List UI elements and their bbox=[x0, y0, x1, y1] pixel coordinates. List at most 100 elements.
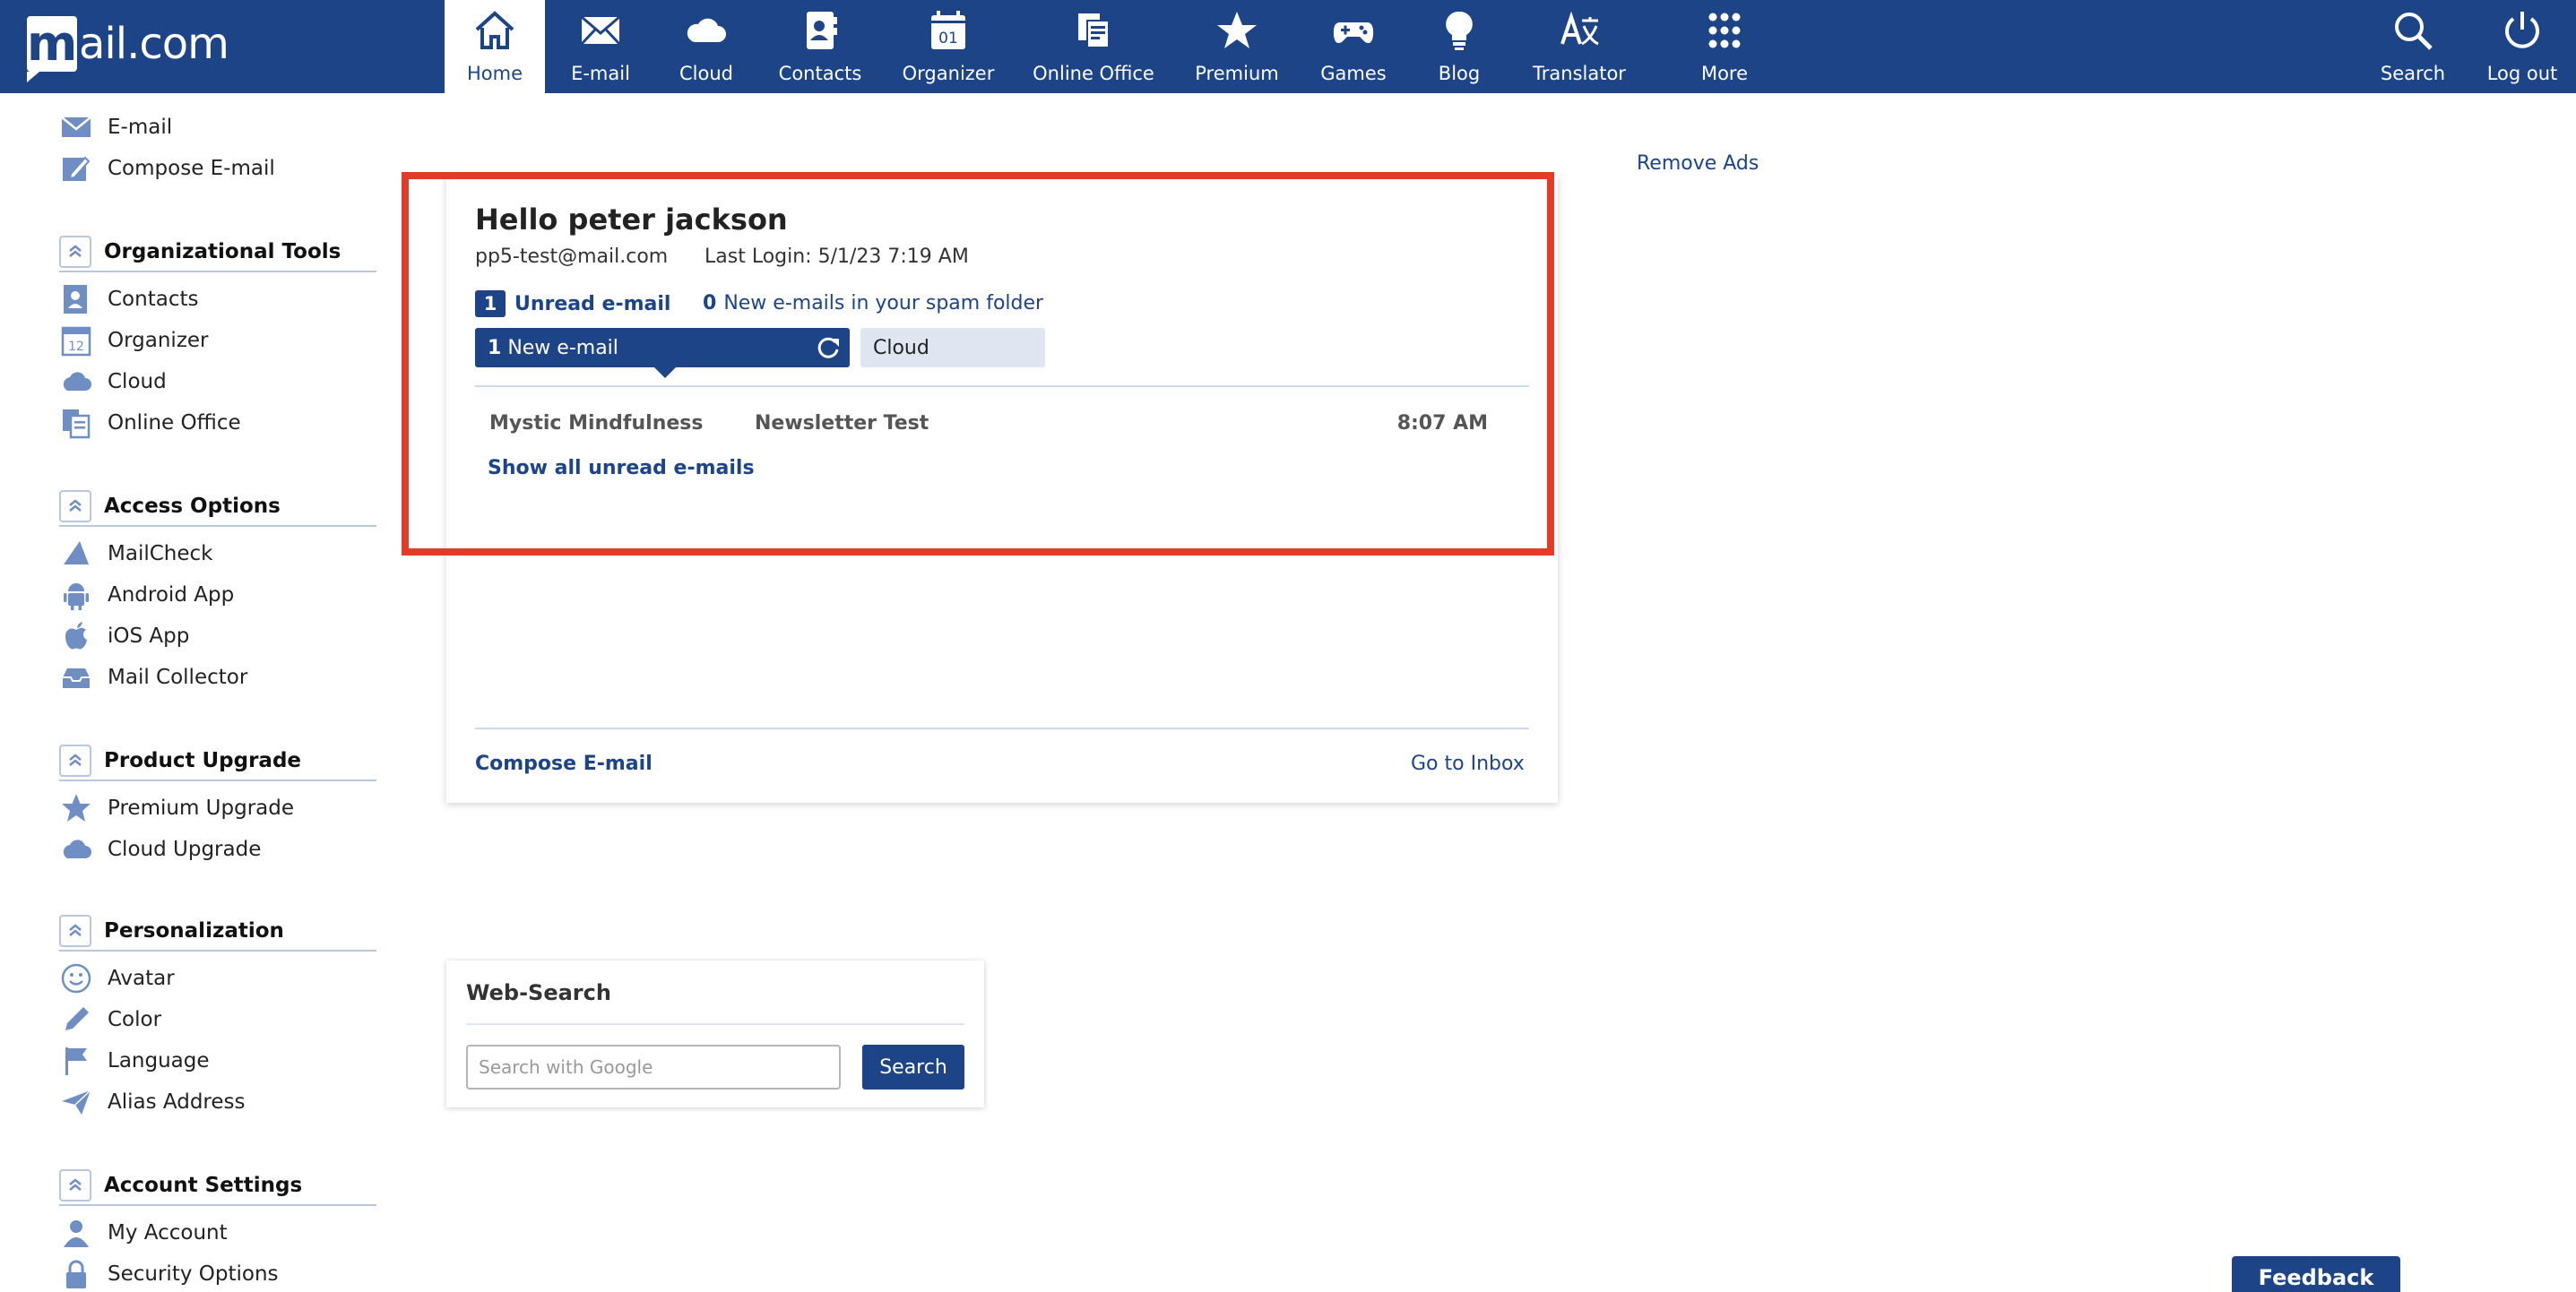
remove-ads-link[interactable]: Remove Ads bbox=[1637, 152, 1759, 175]
unread-label: Unread e-mail bbox=[514, 292, 671, 315]
nav-translator-label: Translator bbox=[1533, 63, 1626, 84]
smiley-icon bbox=[59, 961, 93, 995]
sidebar-item-alias-address[interactable]: Alias Address bbox=[59, 1084, 246, 1120]
sidebar-item-android-app[interactable]: Android App bbox=[59, 577, 234, 613]
sidebar-item-mail-collector[interactable]: Mail Collector bbox=[59, 659, 247, 695]
envelope-icon bbox=[575, 5, 626, 56]
tab-cloud[interactable]: Cloud bbox=[860, 328, 1045, 367]
sidebar-item-cloud[interactable]: Cloud bbox=[59, 364, 167, 400]
nav-home[interactable]: Home bbox=[445, 0, 545, 93]
section-header-personalization[interactable]: Personalization bbox=[59, 912, 376, 952]
sidebar-item-label: Cloud bbox=[108, 370, 167, 393]
mail-com-logo[interactable]: m ail.com bbox=[27, 15, 229, 82]
nav-home-label: Home bbox=[466, 63, 523, 84]
sidebar-item-avatar[interactable]: Avatar bbox=[59, 960, 175, 996]
sidebar-item-security-options[interactable]: Security Options bbox=[59, 1256, 279, 1292]
sidebar-item-label: iOS App bbox=[108, 624, 190, 648]
nav-blog[interactable]: Blog bbox=[1416, 0, 1502, 93]
sidebar-item-label: Contacts bbox=[108, 288, 199, 311]
nav-email[interactable]: E-mail bbox=[556, 0, 645, 93]
nav-organizer[interactable]: 01 Organizer bbox=[893, 0, 1004, 93]
megaphone-icon bbox=[59, 537, 93, 571]
logo-mark: m bbox=[27, 15, 78, 82]
sidebar-item-label: Color bbox=[108, 1008, 162, 1031]
email-time: 8:07 AM bbox=[1396, 412, 1488, 435]
sidebar-item-label: Mail Collector bbox=[108, 666, 248, 689]
apple-icon bbox=[59, 619, 93, 653]
sidebar-item-color[interactable]: Color bbox=[59, 1002, 161, 1038]
section-header-account-settings[interactable]: Account Settings bbox=[59, 1167, 376, 1206]
web-search-title: Web-Search bbox=[466, 980, 611, 1005]
sidebar-item-label: Android App bbox=[108, 583, 235, 607]
nav-logout-label: Log out bbox=[2486, 63, 2558, 84]
tab-new-count: 1 bbox=[488, 336, 502, 359]
compose-email-link[interactable]: Compose E-mail bbox=[475, 753, 653, 775]
email-overview-card bbox=[446, 176, 1558, 803]
calendar-icon: 12 bbox=[59, 323, 93, 357]
sidebar-item-my-account[interactable]: My Account bbox=[59, 1215, 228, 1251]
section-header-organizational-tools[interactable]: Organizational Tools bbox=[59, 233, 376, 272]
web-search-button[interactable]: Search bbox=[862, 1045, 964, 1090]
show-all-unread-link[interactable]: Show all unread e-mails bbox=[488, 457, 755, 479]
sidebar-item-language[interactable]: Language bbox=[59, 1043, 210, 1079]
sidebar-item-premium-upgrade[interactable]: Premium Upgrade bbox=[59, 790, 294, 826]
sidebar-item-label: My Account bbox=[108, 1221, 228, 1245]
top-navigation-bar: m ail.com Home E-mail Cloud Contacts 01 … bbox=[0, 0, 2576, 93]
sidebar-item-contacts[interactable]: Contacts bbox=[59, 281, 198, 317]
sidebar-item-label: E-mail bbox=[108, 116, 173, 139]
nav-contacts-label: Contacts bbox=[778, 63, 862, 84]
nav-blog-label: Blog bbox=[1438, 63, 1481, 84]
sidebar-item-ios-app[interactable]: iOS App bbox=[59, 618, 189, 654]
go-to-inbox-link[interactable]: Go to Inbox bbox=[1411, 753, 1525, 775]
unread-email-link[interactable]: 1 Unread e-mail bbox=[475, 290, 670, 317]
flag-icon bbox=[59, 1044, 93, 1078]
sidebar-item-online-office[interactable]: Online Office bbox=[59, 405, 241, 441]
section-title: Organizational Tools bbox=[104, 240, 341, 263]
chevron-up-icon[interactable] bbox=[59, 1169, 91, 1202]
sidebar-item-label: Language bbox=[108, 1049, 210, 1072]
nav-search[interactable]: Search bbox=[2370, 0, 2456, 93]
nav-more[interactable]: More bbox=[1680, 0, 1769, 93]
sidebar-item-label: Security Options bbox=[108, 1262, 279, 1286]
nav-games-label: Games bbox=[1320, 63, 1387, 84]
nav-online-office[interactable]: Online Office bbox=[1029, 0, 1158, 93]
nav-logout[interactable]: Log out bbox=[2477, 0, 2567, 93]
section-title: Product Upgrade bbox=[104, 749, 302, 772]
spam-label: New e-mails in your spam folder bbox=[723, 292, 1044, 314]
sidebar-item-mailcheck[interactable]: MailCheck bbox=[59, 536, 212, 572]
sidebar-item-compose-email[interactable]: Compose E-mail bbox=[59, 151, 275, 186]
compose-icon bbox=[59, 151, 93, 185]
feedback-button[interactable]: Feedback bbox=[2232, 1256, 2400, 1292]
chevron-up-icon[interactable] bbox=[59, 745, 91, 777]
last-login: Last Login: 5/1/23 7:19 AM bbox=[705, 245, 969, 268]
star-icon bbox=[1212, 5, 1262, 56]
chevron-up-icon[interactable] bbox=[59, 915, 91, 947]
pencil-icon bbox=[59, 1003, 93, 1037]
cloud-icon bbox=[59, 832, 93, 866]
spam-folder-link[interactable]: 0 New e-mails in your spam folder bbox=[703, 292, 1043, 314]
refresh-icon[interactable] bbox=[816, 335, 841, 360]
chevron-up-icon[interactable] bbox=[59, 490, 91, 522]
chevron-up-icon[interactable] bbox=[59, 236, 91, 268]
section-header-product-upgrade[interactable]: Product Upgrade bbox=[59, 742, 376, 781]
web-search-input[interactable] bbox=[466, 1045, 841, 1090]
nav-premium[interactable]: Premium bbox=[1190, 0, 1284, 93]
office-icon bbox=[1068, 5, 1119, 56]
nav-translator[interactable]: Translator bbox=[1524, 0, 1635, 93]
section-header-access-options[interactable]: Access Options bbox=[59, 487, 376, 527]
translate-icon bbox=[1554, 5, 1604, 56]
sidebar-item-organizer[interactable]: 12 Organizer bbox=[59, 323, 209, 358]
contacts-icon bbox=[795, 5, 845, 56]
sidebar-item-label: Organizer bbox=[108, 329, 209, 352]
sidebar-item-email[interactable]: E-mail bbox=[59, 109, 172, 145]
tab-new-email[interactable]: 1 New e-mail bbox=[475, 328, 850, 378]
nav-cloud[interactable]: Cloud bbox=[660, 0, 753, 93]
email-row[interactable]: Mystic Mindfulness Newsletter Test 8:07 … bbox=[475, 407, 1488, 443]
sidebar-item-cloud-upgrade[interactable]: Cloud Upgrade bbox=[59, 831, 261, 867]
search-icon bbox=[2388, 5, 2438, 56]
divider bbox=[466, 1023, 964, 1025]
nav-email-label: E-mail bbox=[571, 63, 630, 84]
nav-search-label: Search bbox=[2380, 63, 2446, 84]
nav-games[interactable]: Games bbox=[1309, 0, 1398, 93]
nav-contacts[interactable]: Contacts bbox=[771, 0, 869, 93]
